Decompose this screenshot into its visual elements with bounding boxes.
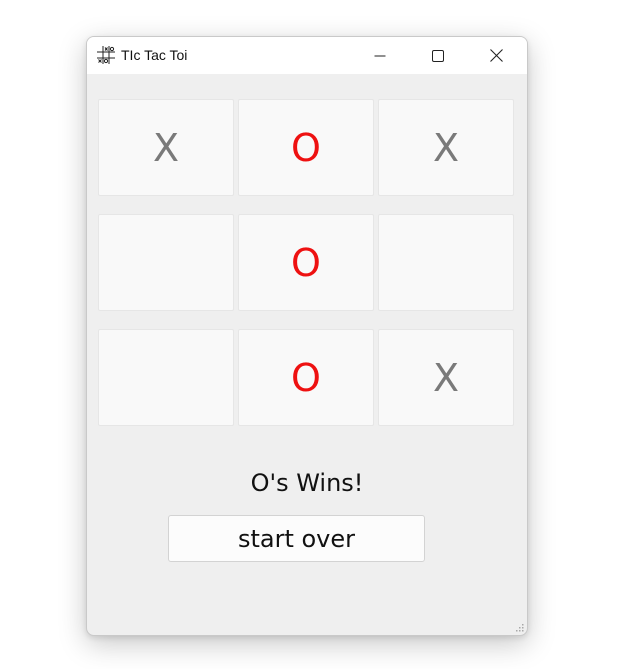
o-mark: O	[291, 355, 321, 400]
board-cell[interactable]: O	[238, 99, 374, 196]
resize-grip-icon[interactable]	[514, 622, 524, 632]
x-mark: X	[432, 355, 460, 400]
minimize-button[interactable]	[351, 37, 409, 74]
tic-tac-toe-grid-icon	[97, 46, 115, 64]
board-cell[interactable]	[98, 329, 234, 426]
start-over-button[interactable]: start over	[168, 515, 425, 562]
board-cell[interactable]: X	[98, 99, 234, 196]
board-cell[interactable]	[378, 214, 514, 311]
close-icon	[489, 49, 503, 62]
board-cell[interactable]: O	[238, 214, 374, 311]
x-mark: X	[432, 125, 460, 170]
app-window: TIc Tac Toi X O X O O X O's Wins! start …	[86, 36, 528, 636]
title-bar[interactable]: TIc Tac Toi	[87, 37, 527, 74]
o-mark: O	[291, 240, 321, 285]
maximize-button[interactable]	[409, 37, 467, 74]
board-cell[interactable]: X	[378, 99, 514, 196]
game-status-text: O's Wins!	[250, 469, 364, 497]
close-button[interactable]	[467, 37, 525, 74]
board-cell[interactable]: O	[238, 329, 374, 426]
board-cell[interactable]: X	[378, 329, 514, 426]
maximize-icon	[432, 49, 444, 62]
x-mark: X	[152, 125, 180, 170]
window-title: TIc Tac Toi	[121, 47, 188, 63]
board-cell[interactable]	[98, 214, 234, 311]
minimize-icon	[374, 55, 386, 56]
o-mark: O	[291, 125, 321, 170]
